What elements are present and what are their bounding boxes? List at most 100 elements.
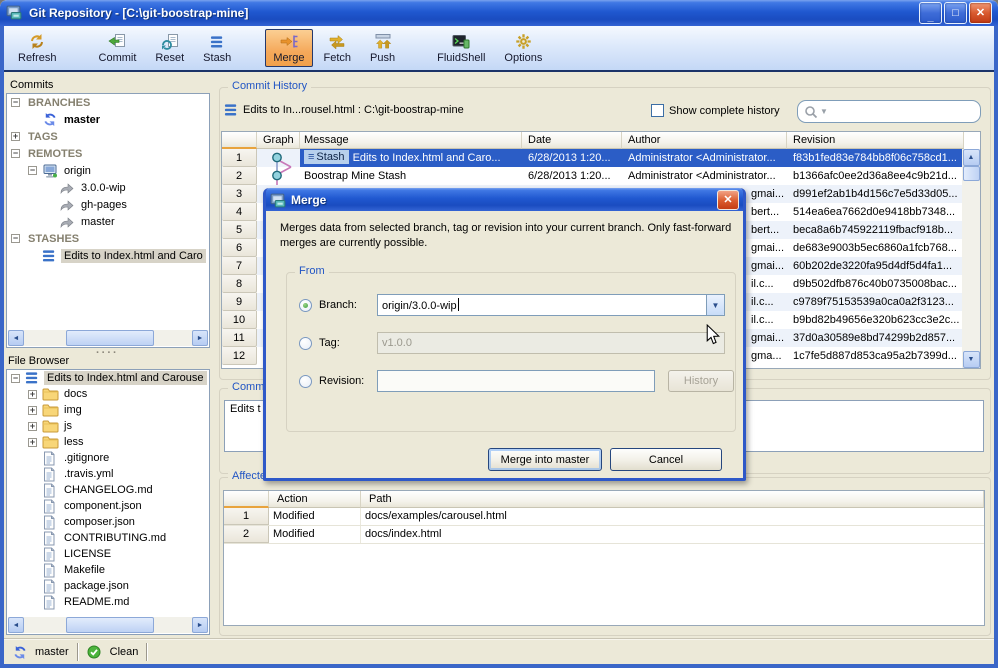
collapse-icon[interactable]: − bbox=[28, 166, 37, 175]
file-browser-tree-item[interactable]: package.json bbox=[7, 578, 209, 594]
chevron-down-icon[interactable]: ▼ bbox=[820, 107, 828, 116]
commits-tree-item[interactable]: − origin bbox=[7, 162, 209, 179]
commit-row[interactable]: 2 Boostrap Mine Stash 6/28/2013 1:20... Adm… bbox=[222, 167, 980, 185]
toolbar-label: Stash bbox=[203, 52, 232, 64]
file-browser-tree-item[interactable]: + docs bbox=[7, 386, 209, 402]
collapse-icon[interactable]: − bbox=[11, 234, 20, 243]
commits-tree-hscrollbar[interactable]: ◄ ► bbox=[8, 330, 208, 346]
message-text: Boostrap Mine Stash bbox=[304, 170, 407, 182]
affected-file-row[interactable]: 1 Modified docs/examples/carousel.html bbox=[224, 508, 984, 526]
tree-label: BRANCHES bbox=[28, 96, 91, 109]
toolbar-button-refresh[interactable]: Refresh bbox=[10, 29, 65, 67]
toolbar-button-fluidshell[interactable]: FluidShell bbox=[429, 29, 493, 67]
toolbar-button-fetch[interactable]: Fetch bbox=[316, 29, 360, 67]
show-complete-history-checkbox[interactable] bbox=[651, 104, 664, 117]
file-browser-tree-item[interactable]: .gitignore bbox=[7, 450, 209, 466]
file-browser-tree-item[interactable]: + js bbox=[7, 418, 209, 434]
file-browser-tree-item[interactable]: component.json bbox=[7, 498, 209, 514]
badge-label: Stash bbox=[316, 151, 345, 163]
affected-files-table: Action Path 1 Modified docs/examples/carou… bbox=[223, 490, 985, 626]
scroll-left-icon[interactable]: ◄ bbox=[8, 617, 24, 633]
commits-tree-item[interactable]: Edits to Index.html and Caro bbox=[7, 247, 209, 264]
expand-icon[interactable]: + bbox=[28, 421, 37, 431]
commits-tree-item[interactable]: − REMOTES bbox=[7, 145, 209, 162]
scroll-down-icon[interactable]: ▼ bbox=[962, 351, 980, 368]
app-window: Git Repository - [C:\git-boostrap-mine] … bbox=[0, 0, 998, 668]
commits-tree-item[interactable]: 3.0.0-wip bbox=[7, 179, 209, 196]
history-context: Edits to In...rousel.html : C:\git-boost… bbox=[224, 103, 464, 117]
row-number: 3 bbox=[222, 185, 257, 203]
branch-combobox[interactable]: origin/3.0.0-wip ▼ bbox=[377, 294, 725, 316]
file-browser-tree-item[interactable]: composer.json bbox=[7, 514, 209, 530]
app-icon bbox=[270, 192, 286, 208]
expand-icon[interactable]: + bbox=[28, 389, 37, 399]
branch-radio[interactable] bbox=[299, 298, 312, 312]
file-browser-tree-item[interactable]: CHANGELOG.md bbox=[7, 482, 209, 498]
commits-tree-item[interactable]: gh-pages bbox=[7, 196, 209, 213]
scroll-right-icon[interactable]: ► bbox=[192, 617, 208, 633]
dialog-title-bar: Merge ✕ bbox=[266, 188, 743, 211]
file-browser-tree-item[interactable]: − Edits to Index.html and Carouse bbox=[7, 370, 209, 386]
tag-radio[interactable] bbox=[299, 336, 312, 350]
scroll-right-icon[interactable]: ► bbox=[192, 330, 208, 346]
row-number: 12 bbox=[222, 347, 257, 365]
expand-icon[interactable]: + bbox=[28, 437, 37, 447]
show-complete-history[interactable]: Show complete history bbox=[651, 104, 780, 117]
collapse-icon[interactable]: − bbox=[11, 98, 20, 107]
expand-icon[interactable]: + bbox=[11, 132, 20, 141]
commits-tree-item[interactable]: master bbox=[7, 213, 209, 230]
file-browser-tree-item[interactable]: LICENSE bbox=[7, 546, 209, 562]
toolbar-button-reset[interactable]: Reset bbox=[147, 29, 192, 67]
file-browser-tree-item[interactable]: .travis.yml bbox=[7, 466, 209, 482]
collapse-icon[interactable]: − bbox=[11, 373, 20, 383]
toolbar-button-options[interactable]: Options bbox=[496, 29, 550, 67]
col-header-action[interactable]: Action bbox=[269, 491, 361, 508]
panel-splitter[interactable]: ···· bbox=[96, 347, 119, 359]
merge-into-master-button[interactable]: Merge into master bbox=[488, 448, 602, 471]
files-tree-hscrollbar[interactable]: ◄ ► bbox=[8, 617, 208, 633]
col-header-number[interactable] bbox=[224, 491, 269, 508]
toolbar-button-push[interactable]: Push bbox=[362, 29, 403, 67]
commits-tree: − BRANCHES master + TAGS − REMOTES − origin 3.0.0… bbox=[6, 93, 210, 348]
revision-input[interactable] bbox=[377, 370, 655, 392]
push-icon bbox=[374, 32, 392, 51]
maximize-button[interactable]: □ bbox=[944, 2, 967, 24]
col-header-path[interactable]: Path bbox=[361, 491, 984, 508]
toolbar-button-stash[interactable]: Stash bbox=[195, 29, 239, 67]
search-input[interactable]: ▼ bbox=[797, 100, 981, 123]
collapse-icon[interactable]: − bbox=[11, 149, 20, 158]
file-browser-tree-item[interactable]: + less bbox=[7, 434, 209, 450]
history-vscrollbar[interactable]: ▲ ▼ bbox=[962, 149, 980, 368]
scrollbar-thumb[interactable] bbox=[66, 617, 154, 633]
scrollbar-thumb[interactable] bbox=[962, 166, 980, 181]
col-header-number[interactable] bbox=[222, 132, 257, 149]
col-header-revision[interactable]: Revision bbox=[787, 132, 964, 149]
scroll-up-icon[interactable]: ▲ bbox=[962, 149, 980, 166]
commits-tree-item[interactable]: master bbox=[7, 111, 209, 128]
col-header-message[interactable]: Message bbox=[300, 132, 522, 149]
dialog-close-button[interactable]: ✕ bbox=[717, 189, 739, 210]
expand-icon[interactable]: + bbox=[28, 405, 37, 415]
col-header-author[interactable]: Author bbox=[622, 132, 787, 149]
scroll-left-icon[interactable]: ◄ bbox=[8, 330, 24, 346]
file-browser-tree-item[interactable]: Makefile bbox=[7, 562, 209, 578]
cancel-button[interactable]: Cancel bbox=[610, 448, 722, 471]
col-header-graph[interactable]: Graph bbox=[257, 132, 300, 149]
commits-tree-item[interactable]: − STASHES bbox=[7, 230, 209, 247]
commits-tree-item[interactable]: − BRANCHES bbox=[7, 94, 209, 111]
file-browser-tree-item[interactable]: CONTRIBUTING.md bbox=[7, 530, 209, 546]
file-browser-tree-item[interactable]: README.md bbox=[7, 594, 209, 610]
affected-file-row[interactable]: 2 Modified docs/index.html bbox=[224, 526, 984, 544]
col-header-date[interactable]: Date bbox=[522, 132, 622, 149]
commits-tree-item[interactable]: + TAGS bbox=[7, 128, 209, 145]
toolbar-button-commit[interactable]: Commit bbox=[91, 29, 145, 67]
file-browser-tree-item[interactable]: + img bbox=[7, 402, 209, 418]
toolbar-button-merge[interactable]: Merge bbox=[265, 29, 313, 67]
branch-dropdown-icon[interactable]: ▼ bbox=[706, 295, 724, 315]
message-text: Edits to Index.html and Caro... bbox=[352, 152, 501, 164]
minimize-button[interactable]: _ bbox=[919, 2, 942, 24]
close-button[interactable]: ✕ bbox=[969, 2, 992, 24]
revision-radio[interactable] bbox=[299, 374, 312, 388]
commit-row[interactable]: 1 ≡ Stash Edits to Index.html and Caro... 6/… bbox=[222, 149, 980, 167]
scrollbar-thumb[interactable] bbox=[66, 330, 154, 346]
